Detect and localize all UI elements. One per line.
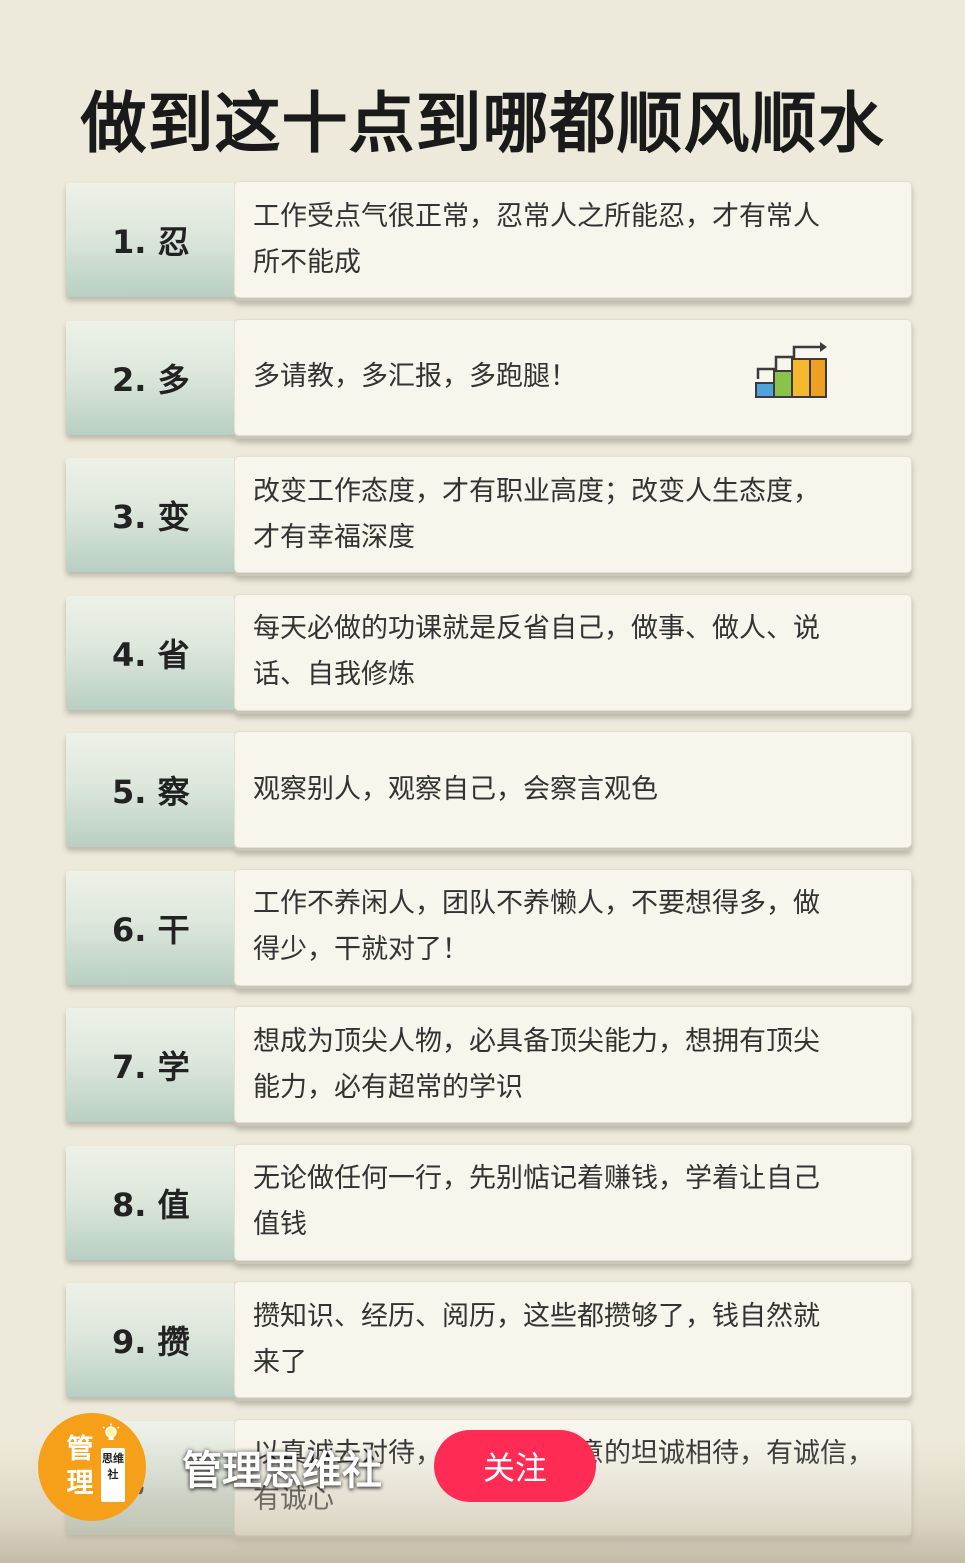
item-label: 5. 察 bbox=[66, 733, 234, 847]
item-card: 每天必做的功课就是反省自己，做事、做人、说 话、自我修炼 bbox=[234, 593, 912, 711]
item-text: 攒知识、经历、阅历，这些都攒够了，钱自然就 来了 bbox=[253, 1300, 820, 1378]
item-text: 想成为顶尖人物，必具备顶尖能力，想拥有顶尖 能力，必有超常的学识 bbox=[253, 1025, 820, 1103]
item-label: 2. 多 bbox=[66, 320, 234, 435]
avatar[interactable]: 管理 思维社 bbox=[38, 1413, 146, 1521]
page-title: 做到这十点到哪都顺风顺水 bbox=[80, 85, 885, 162]
item-label: 6. 干 bbox=[66, 870, 234, 985]
item-card: 攒知识、经历、阅历，这些都攒够了，钱自然就 来了 bbox=[234, 1281, 912, 1398]
item-card: 观察别人，观察自己，会察言观色 bbox=[234, 731, 912, 848]
item-card: 工作受点气很正常，忍常人之所能忍，才有常人 所不能成 bbox=[234, 181, 912, 298]
list-item: 4. 省 每天必做的功课就是反省自己，做事、做人、说 话、自我修炼 bbox=[66, 593, 912, 711]
list-item: 7. 学 想成为顶尖人物，必具备顶尖能力，想拥有顶尖 能力，必有超常的学识 bbox=[66, 1006, 912, 1123]
list-item: 3. 变 改变工作态度，才有职业高度；改变人生态度， 才有幸福深度 bbox=[66, 456, 912, 573]
account-name[interactable]: 管理思维社 bbox=[182, 1438, 382, 1496]
lightbulb-icon bbox=[102, 1423, 120, 1440]
item-card: 多请教，多汇报，多跑腿！ bbox=[234, 318, 912, 436]
item-label: 9. 攒 bbox=[66, 1283, 234, 1397]
item-label: 1. 忍 bbox=[66, 183, 234, 297]
list-item: 6. 干 工作不养闲人，团队不养懒人，不要想得多，做 得少，干就对了！ bbox=[66, 868, 912, 986]
avatar-tag: 思维社 bbox=[101, 1448, 125, 1502]
follow-button[interactable]: 关注 bbox=[434, 1430, 596, 1502]
list-item: 5. 察 观察别人，观察自己，会察言观色 bbox=[66, 731, 912, 848]
item-text: 工作不养闲人，团队不养懒人，不要想得多，做 得少，干就对了！ bbox=[253, 888, 820, 965]
item-label: 4. 省 bbox=[66, 595, 234, 710]
item-label: 3. 变 bbox=[66, 458, 234, 572]
item-text: 无论做任何一行，先别惦记着赚钱，学着让自己 值钱 bbox=[253, 1163, 820, 1240]
list-item: 1. 忍 工作受点气很正常，忍常人之所能忍，才有常人 所不能成 bbox=[66, 181, 912, 298]
principle-list: 1. 忍 工作受点气很正常，忍常人之所能忍，才有常人 所不能成 2. 多 多请教… bbox=[66, 181, 912, 1556]
list-item: 9. 攒 攒知识、经历、阅历，这些都攒够了，钱自然就 来了 bbox=[66, 1281, 912, 1398]
item-card: 无论做任何一行，先别惦记着赚钱，学着让自己 值钱 bbox=[234, 1143, 912, 1261]
item-text: 工作受点气很正常，忍常人之所能忍，才有常人 所不能成 bbox=[253, 200, 820, 278]
item-text: 观察别人，观察自己，会察言观色 bbox=[253, 773, 658, 805]
item-text: 每天必做的功课就是反省自己，做事、做人、说 话、自我修炼 bbox=[253, 613, 820, 690]
list-item: 8. 值 无论做任何一行，先别惦记着赚钱，学着让自己 值钱 bbox=[66, 1143, 912, 1261]
item-label: 7. 学 bbox=[66, 1008, 234, 1122]
item-text: 多请教，多汇报，多跑腿！ bbox=[253, 361, 577, 392]
item-card: 工作不养闲人，团队不养懒人，不要想得多，做 得少，干就对了！ bbox=[234, 868, 912, 986]
item-text: 改变工作态度，才有职业高度；改变人生态度， 才有幸福深度 bbox=[253, 475, 820, 553]
item-card: 想成为顶尖人物，必具备顶尖能力，想拥有顶尖 能力，必有超常的学识 bbox=[234, 1006, 912, 1123]
list-item: 2. 多 多请教，多汇报，多跑腿！ bbox=[66, 318, 912, 436]
bar-chart-growth-icon bbox=[755, 341, 827, 398]
item-card: 改变工作态度，才有职业高度；改变人生态度， 才有幸福深度 bbox=[234, 456, 912, 573]
account-bar: 管理 思维社 管理思维社 关注 bbox=[38, 1412, 596, 1522]
avatar-text: 管理 bbox=[66, 1434, 94, 1499]
item-label: 8. 值 bbox=[66, 1145, 234, 1260]
